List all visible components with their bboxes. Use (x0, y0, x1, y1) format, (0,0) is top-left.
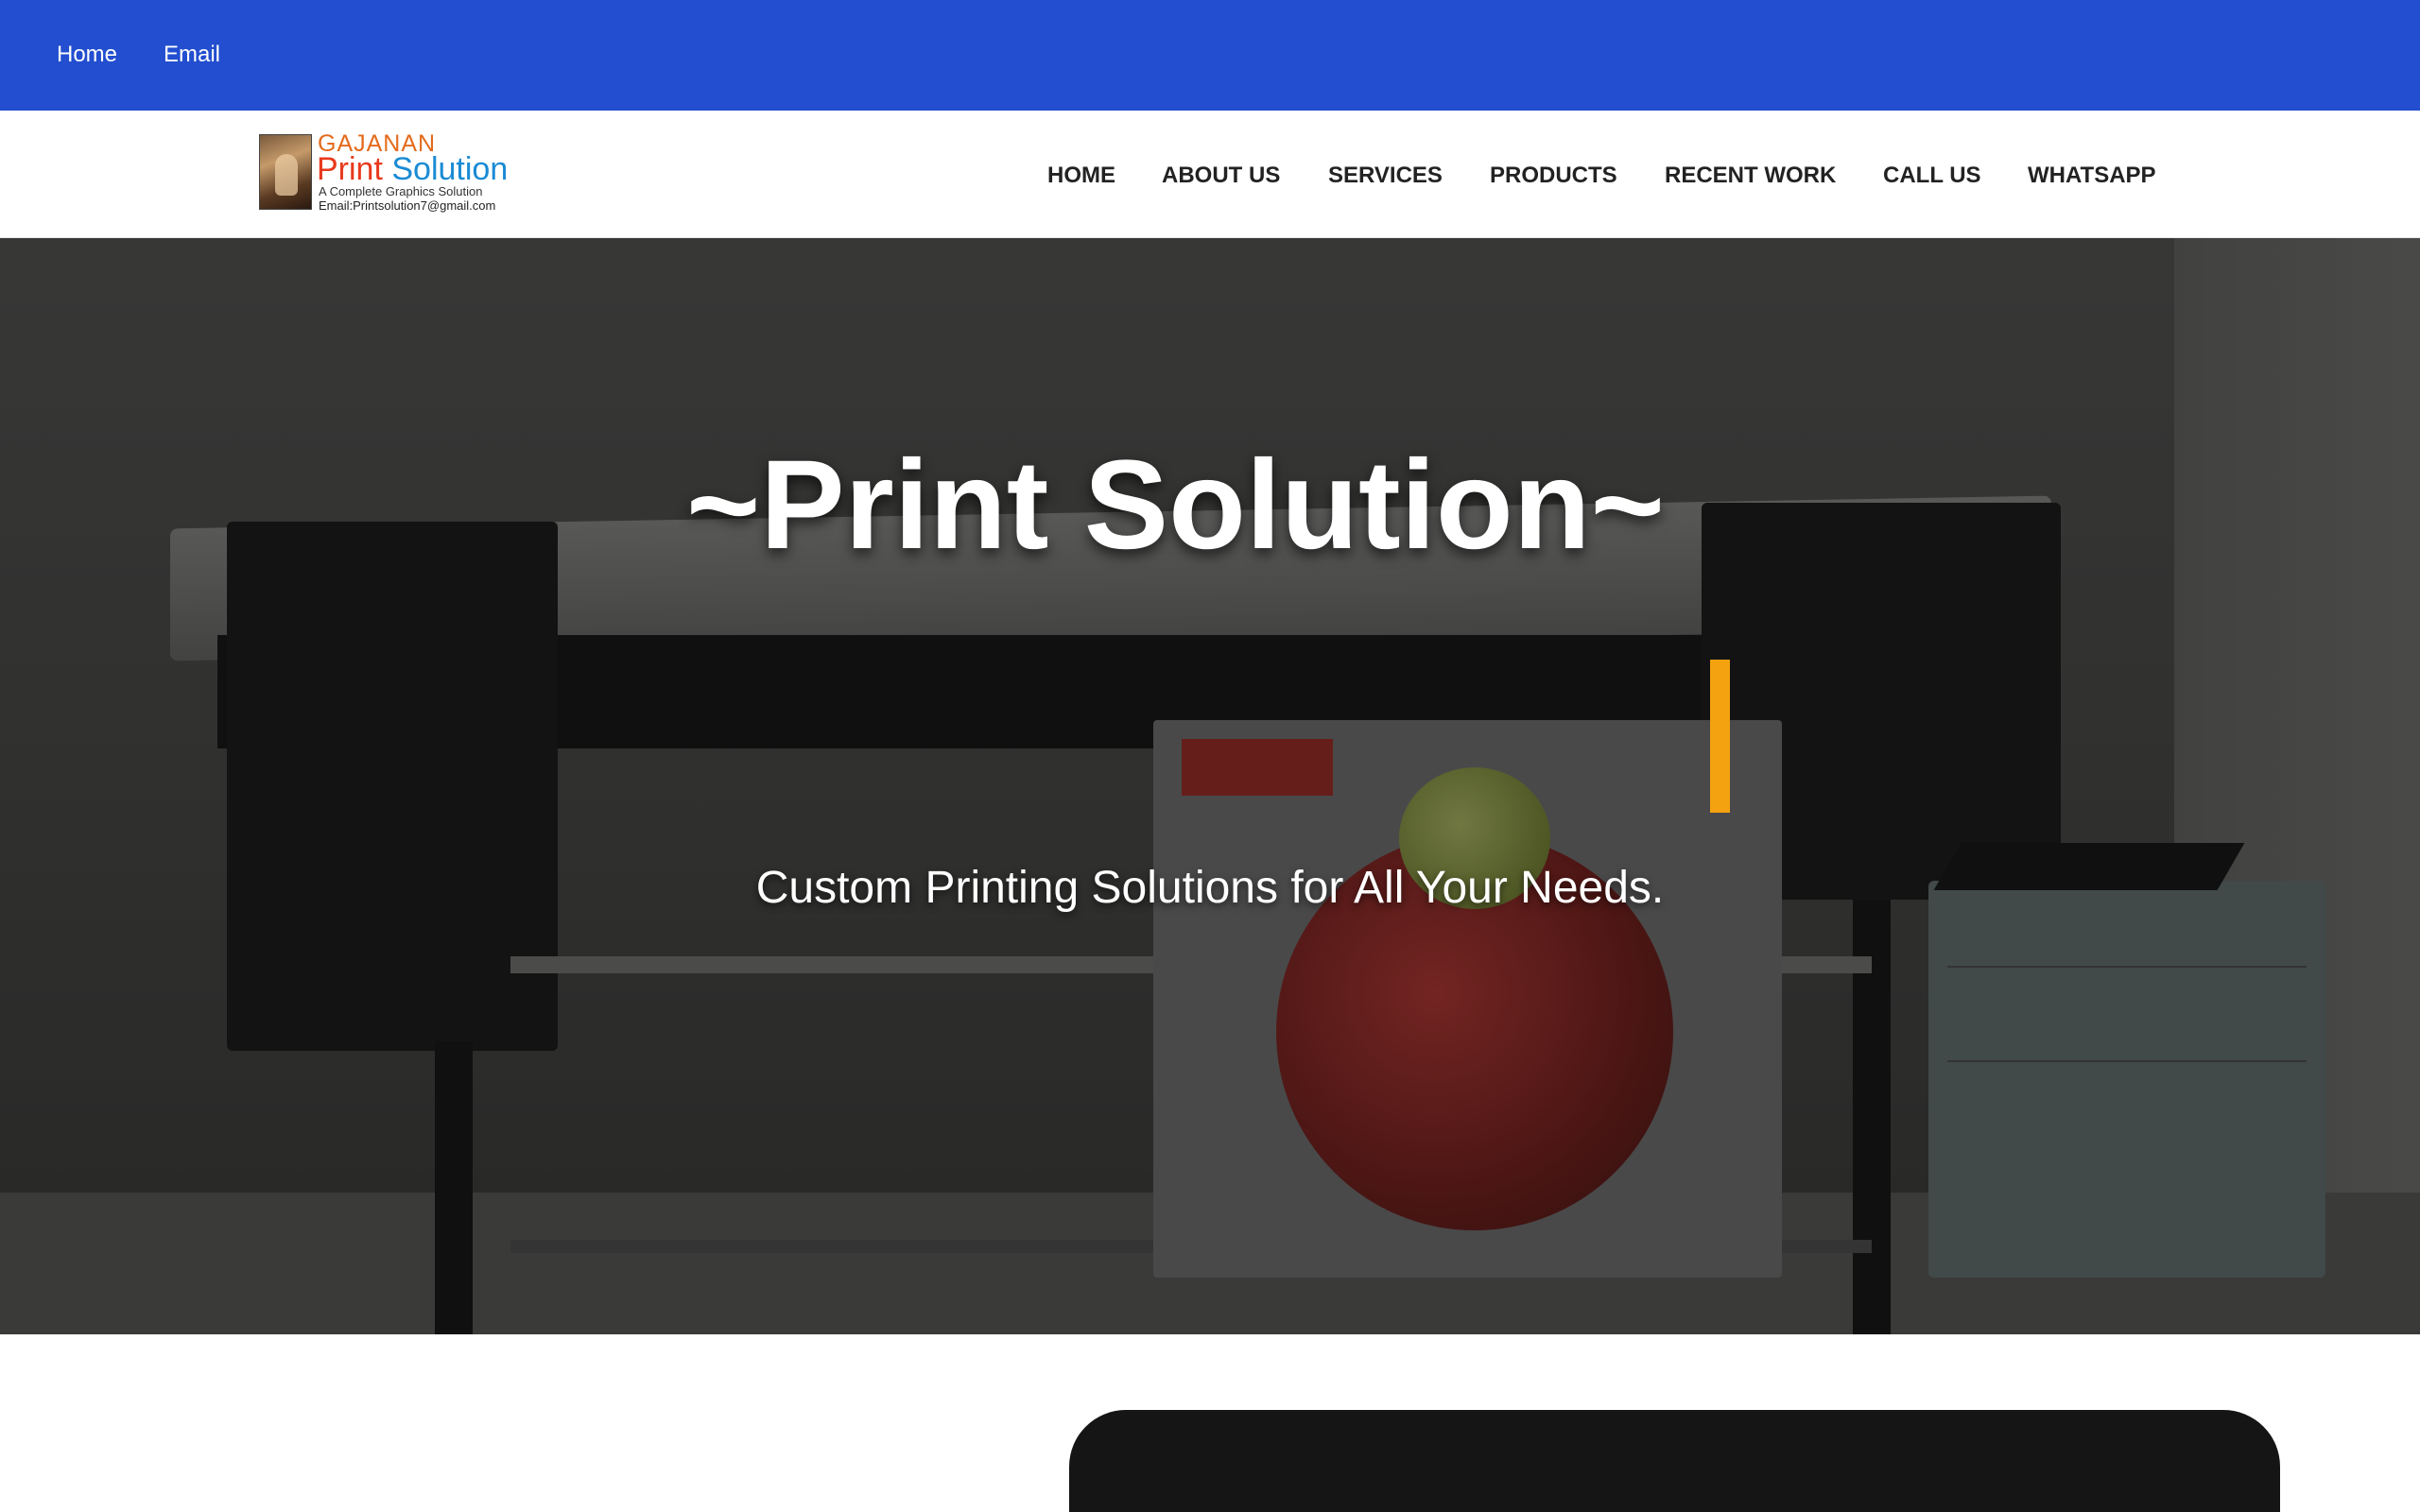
nav-about-us[interactable]: ABOUT US (1162, 163, 1280, 189)
logo-title-print-solution: Print Solution (317, 151, 508, 188)
logo-photo (259, 134, 312, 210)
nav-products[interactable]: PRODUCTS (1490, 163, 1617, 189)
topbar-email-link[interactable]: Email (164, 42, 220, 68)
nav-whatsapp[interactable]: WHATSAPP (2028, 163, 2156, 189)
dark-content-card (1069, 1410, 2280, 1512)
nav-home[interactable]: HOME (1047, 163, 1115, 189)
hero-section (0, 238, 2420, 1334)
topbar-home-link[interactable]: Home (57, 42, 117, 68)
top-bar: Home Email (0, 0, 2420, 111)
logo-title-print: Print (317, 151, 383, 187)
nav-recent-work[interactable]: RECENT WORK (1665, 163, 1836, 189)
hero-title: ~Print Solution~ (686, 435, 1665, 576)
logo-title-solution: Solution (391, 151, 509, 187)
logo-email: Email:Printsolution7@gmail.com (319, 198, 496, 213)
typing-cursor (1710, 660, 1730, 813)
site-logo[interactable]: GAJANAN Print Solution A Complete Graphi… (259, 130, 514, 214)
nav-call-us[interactable]: CALL US (1883, 163, 1981, 189)
logo-tagline: A Complete Graphics Solution (319, 184, 483, 198)
hero-subtitle: Custom Printing Solutions for All Your N… (755, 863, 1665, 913)
nav-services[interactable]: SERVICES (1328, 163, 1443, 189)
hero-overlay (0, 238, 2420, 1334)
